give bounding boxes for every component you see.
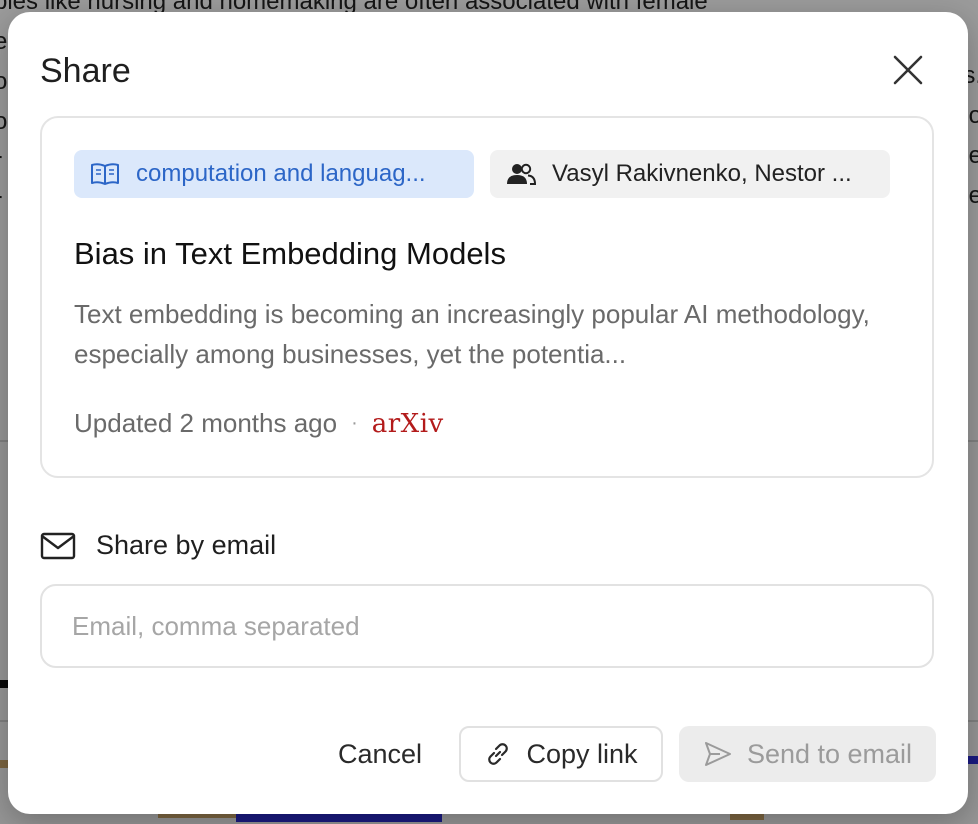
people-icon bbox=[506, 162, 536, 186]
authors-tag[interactable]: Vasyl Rakivnenko, Nestor ... bbox=[490, 150, 890, 198]
authors-label: Vasyl Rakivnenko, Nestor ... bbox=[552, 160, 852, 187]
paper-title: Bias in Text Embedding Models bbox=[74, 236, 506, 271]
close-icon bbox=[893, 55, 923, 85]
category-tag[interactable]: computation and languag... bbox=[74, 150, 474, 198]
cancel-button[interactable]: Cancel bbox=[324, 726, 436, 782]
category-label: computation and languag... bbox=[136, 160, 426, 187]
send-icon bbox=[703, 740, 733, 768]
paper-abstract: Text embedding is becoming an increasing… bbox=[74, 299, 870, 369]
paper-meta: Updated 2 months ago · arXiv bbox=[74, 408, 444, 439]
paper-card: computation and languag... Vasyl Rakivne… bbox=[40, 116, 934, 478]
email-heading-label: Share by email bbox=[96, 530, 277, 560]
mail-icon bbox=[40, 532, 76, 559]
copy-link-label: Copy link bbox=[526, 738, 638, 769]
link-icon bbox=[484, 740, 512, 768]
copy-link-button[interactable]: Copy link bbox=[459, 726, 663, 782]
meta-separator: · bbox=[351, 412, 358, 434]
cancel-button-label: Cancel bbox=[337, 738, 423, 769]
close-button[interactable] bbox=[888, 50, 928, 90]
updated-time: Updated 2 months ago bbox=[74, 408, 338, 438]
arxiv-logo: arXiv bbox=[371, 408, 444, 439]
book-open-icon bbox=[90, 162, 120, 186]
share-dialog: Share computation and languag... Vasyl R… bbox=[8, 12, 968, 814]
send-to-email-label: Send to email bbox=[746, 738, 913, 769]
send-to-email-button[interactable]: Send to email bbox=[679, 726, 936, 782]
dialog-title: Share bbox=[40, 52, 131, 90]
email-input[interactable] bbox=[40, 584, 934, 668]
email-section-heading: Share by email bbox=[40, 530, 276, 561]
